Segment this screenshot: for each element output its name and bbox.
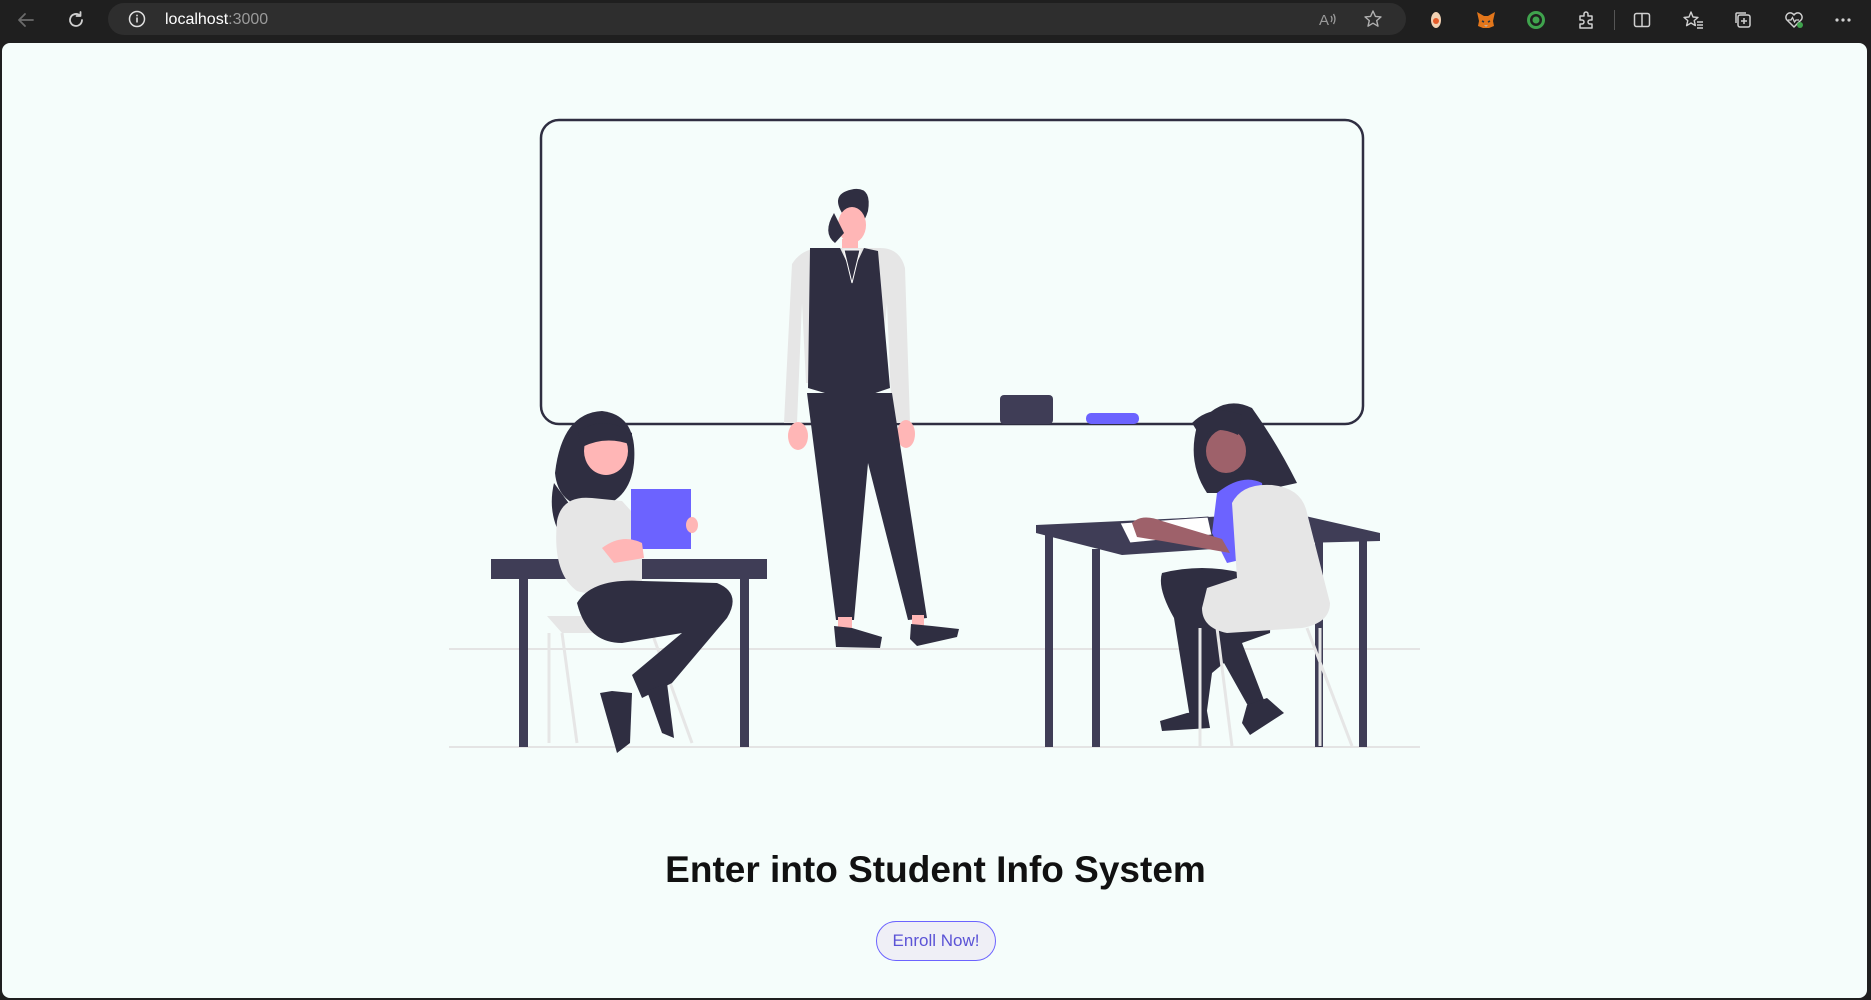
left-student-figure — [547, 411, 733, 753]
puzzle-icon — [1579, 11, 1593, 29]
extension-button-target[interactable] — [1522, 6, 1550, 34]
page-viewport: Enter into Student Info System Enroll No… — [2, 43, 1867, 998]
refresh-button[interactable] — [62, 6, 90, 34]
info-icon[interactable] — [128, 10, 146, 28]
browser-toolbar: localhost:3000 A — [0, 0, 1871, 40]
teacher-figure — [784, 188, 959, 648]
back-button[interactable] — [12, 6, 40, 34]
enroll-now-button[interactable]: Enroll Now! — [876, 921, 996, 961]
refresh-icon — [69, 11, 83, 27]
collections-icon — [1735, 12, 1751, 28]
board-marker — [1086, 413, 1139, 424]
read-aloud-icon[interactable]: A — [1319, 10, 1339, 28]
toolbar-divider — [1614, 10, 1615, 30]
url-text[interactable]: localhost:3000 — [165, 11, 268, 29]
whiteboard — [539, 118, 1365, 426]
url-host: localhost — [165, 11, 229, 28]
extension-icon — [1431, 12, 1441, 28]
url-port: :3000 — [228, 11, 269, 28]
split-screen-icon — [1633, 12, 1651, 28]
favorites-icon — [1683, 11, 1703, 29]
right-student-figure — [1132, 403, 1354, 747]
favorites-button[interactable] — [1679, 6, 1707, 34]
heart-pulse-icon — [1785, 12, 1803, 28]
target-icon — [1527, 11, 1545, 29]
browser-essentials-button[interactable] — [1780, 6, 1808, 34]
extensions-button[interactable] — [1572, 6, 1600, 34]
page-title: Enter into Student Info System — [665, 849, 1206, 890]
extension-button-metamask[interactable] — [1472, 6, 1500, 34]
svg-text:A: A — [1319, 12, 1329, 28]
star-icon[interactable] — [1363, 9, 1383, 29]
extension-button-1[interactable] — [1422, 6, 1450, 34]
classroom-illustration — [449, 118, 1420, 753]
settings-menu-button[interactable] — [1829, 6, 1857, 34]
collections-button[interactable] — [1729, 6, 1757, 34]
board-eraser — [1000, 395, 1053, 424]
back-arrow-icon — [18, 13, 34, 27]
split-screen-button[interactable] — [1628, 6, 1656, 34]
address-bar[interactable]: localhost:3000 A — [108, 3, 1406, 35]
metamask-fox-icon — [1477, 12, 1495, 28]
more-icon — [1835, 18, 1851, 22]
